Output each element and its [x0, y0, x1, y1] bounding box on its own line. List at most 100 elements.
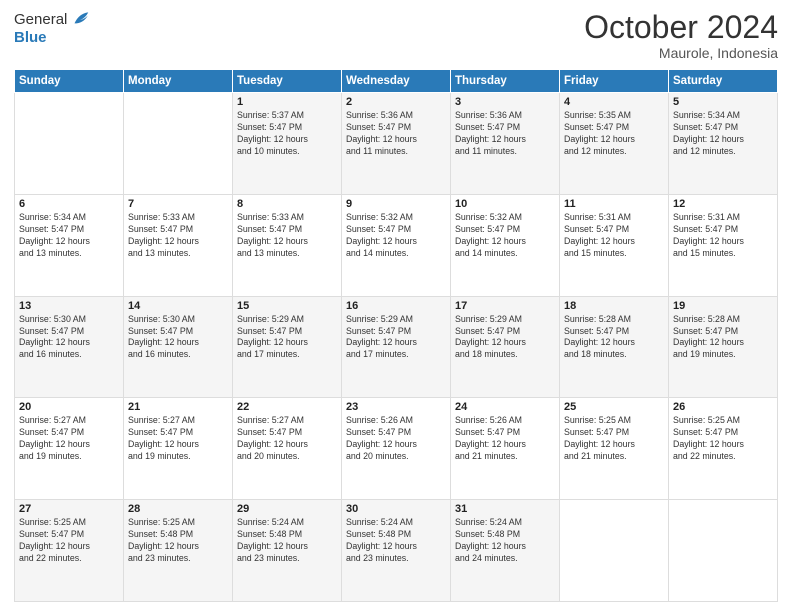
table-row: 30Sunrise: 5:24 AMSunset: 5:48 PMDayligh…	[342, 500, 451, 602]
cell-info: Sunrise: 5:25 AMSunset: 5:47 PMDaylight:…	[673, 415, 773, 463]
table-row: 31Sunrise: 5:24 AMSunset: 5:48 PMDayligh…	[451, 500, 560, 602]
table-row: 20Sunrise: 5:27 AMSunset: 5:47 PMDayligh…	[15, 398, 124, 500]
cell-sunset: Sunset: 5:47 PM	[346, 427, 446, 439]
cell-daylight: Daylight: 12 hoursand 17 minutes.	[237, 337, 337, 361]
logo-general: General	[14, 12, 67, 29]
cell-sunset: Sunset: 5:47 PM	[564, 122, 664, 134]
table-row: 27Sunrise: 5:25 AMSunset: 5:47 PMDayligh…	[15, 500, 124, 602]
cell-sunrise: Sunrise: 5:37 AM	[237, 110, 337, 122]
cell-info: Sunrise: 5:26 AMSunset: 5:47 PMDaylight:…	[346, 415, 446, 463]
cell-sunset: Sunset: 5:47 PM	[346, 326, 446, 338]
cell-sunrise: Sunrise: 5:31 AM	[564, 212, 664, 224]
cell-daylight: Daylight: 12 hoursand 16 minutes.	[128, 337, 228, 361]
logo: General Blue	[14, 10, 91, 47]
table-row: 2Sunrise: 5:36 AMSunset: 5:47 PMDaylight…	[342, 93, 451, 195]
cell-daylight: Daylight: 12 hoursand 13 minutes.	[19, 236, 119, 260]
cell-daylight: Daylight: 12 hoursand 21 minutes.	[455, 439, 555, 463]
cell-sunrise: Sunrise: 5:29 AM	[455, 314, 555, 326]
cell-sunset: Sunset: 5:47 PM	[237, 326, 337, 338]
cell-daylight: Daylight: 12 hoursand 20 minutes.	[346, 439, 446, 463]
table-row: 4Sunrise: 5:35 AMSunset: 5:47 PMDaylight…	[560, 93, 669, 195]
cell-sunrise: Sunrise: 5:31 AM	[673, 212, 773, 224]
title-block: October 2024 Maurole, Indonesia	[584, 10, 778, 61]
col-monday: Monday	[124, 70, 233, 93]
cell-daylight: Daylight: 12 hoursand 13 minutes.	[128, 236, 228, 260]
cell-info: Sunrise: 5:26 AMSunset: 5:47 PMDaylight:…	[455, 415, 555, 463]
cell-info: Sunrise: 5:24 AMSunset: 5:48 PMDaylight:…	[237, 517, 337, 565]
table-row: 13Sunrise: 5:30 AMSunset: 5:47 PMDayligh…	[15, 296, 124, 398]
col-saturday: Saturday	[669, 70, 778, 93]
cell-daylight: Daylight: 12 hoursand 12 minutes.	[673, 134, 773, 158]
cell-day-number: 1	[237, 96, 337, 108]
cell-day-number: 26	[673, 401, 773, 413]
cell-day-number: 5	[673, 96, 773, 108]
table-row: 3 Sunrise: 5:36 AMSunset: 5:47 PMDaylight…	[451, 93, 560, 195]
calendar-table: Sunday Monday Tuesday Wednesday Thursday…	[14, 69, 778, 602]
calendar-week-row: 13Sunrise: 5:30 AMSunset: 5:47 PMDayligh…	[15, 296, 778, 398]
cell-sunset: Sunset: 5:47 PM	[237, 224, 337, 236]
table-row: 1Sunrise: 5:37 AMSunset: 5:47 PMDaylight…	[233, 93, 342, 195]
cell-day-number: 30	[346, 503, 446, 515]
cell-daylight: Daylight: 12 hoursand 12 minutes.	[564, 134, 664, 158]
cell-day-number: 22	[237, 401, 337, 413]
cell-info: Sunrise: 5:25 AMSunset: 5:47 PMDaylight:…	[19, 517, 119, 565]
cell-sunset: Sunset: 5:47 PM	[19, 529, 119, 541]
cell-sunrise: Sunrise: 5:27 AM	[237, 415, 337, 427]
cell-sunrise: Sunrise: 5:36 AM	[346, 110, 446, 122]
table-row: 10Sunrise: 5:32 AMSunset: 5:47 PMDayligh…	[451, 194, 560, 296]
col-thursday: Thursday	[451, 70, 560, 93]
cell-sunrise: Sunrise: 5:36 AM	[455, 110, 555, 122]
cell-sunset: Sunset: 5:47 PM	[673, 427, 773, 439]
table-row: 24Sunrise: 5:26 AMSunset: 5:47 PMDayligh…	[451, 398, 560, 500]
cell-sunrise: Sunrise: 5:28 AM	[673, 314, 773, 326]
table-row: 8Sunrise: 5:33 AMSunset: 5:47 PMDaylight…	[233, 194, 342, 296]
table-row: 19Sunrise: 5:28 AMSunset: 5:47 PMDayligh…	[669, 296, 778, 398]
cell-day-number: 20	[19, 401, 119, 413]
cell-daylight: Daylight: 12 hoursand 13 minutes.	[237, 236, 337, 260]
cell-day-number: 16	[346, 300, 446, 312]
cell-sunset: Sunset: 5:47 PM	[455, 122, 555, 134]
cell-sunset: Sunset: 5:47 PM	[19, 224, 119, 236]
cell-sunset: Sunset: 5:47 PM	[455, 224, 555, 236]
cell-daylight: Daylight: 12 hoursand 10 minutes.	[237, 134, 337, 158]
cell-sunrise: Sunrise: 5:24 AM	[237, 517, 337, 529]
cell-sunset: Sunset: 5:48 PM	[237, 529, 337, 541]
cell-daylight: Daylight: 12 hoursand 23 minutes.	[346, 541, 446, 565]
cell-daylight: Daylight: 12 hoursand 11 minutes.	[455, 134, 555, 158]
cell-sunset: Sunset: 5:47 PM	[346, 122, 446, 134]
cell-day-number: 2	[346, 96, 446, 108]
cell-sunset: Sunset: 5:47 PM	[346, 224, 446, 236]
cell-sunset: Sunset: 5:47 PM	[455, 427, 555, 439]
cell-daylight: Daylight: 12 hoursand 17 minutes.	[346, 337, 446, 361]
cell-day-number: 11	[564, 198, 664, 210]
table-row: 18Sunrise: 5:28 AMSunset: 5:47 PMDayligh…	[560, 296, 669, 398]
cell-info: Sunrise: 5:34 AMSunset: 5:47 PMDaylight:…	[673, 110, 773, 158]
cell-info: Sunrise: 5:30 AMSunset: 5:47 PMDaylight:…	[19, 314, 119, 362]
cell-day-number: 3	[455, 96, 555, 108]
cell-day-number: 23	[346, 401, 446, 413]
table-row: 17Sunrise: 5:29 AMSunset: 5:47 PMDayligh…	[451, 296, 560, 398]
cell-sunrise: Sunrise: 5:34 AM	[673, 110, 773, 122]
col-sunday: Sunday	[15, 70, 124, 93]
cell-info: Sunrise: 5:27 AMSunset: 5:47 PMDaylight:…	[237, 415, 337, 463]
cell-day-number: 25	[564, 401, 664, 413]
cell-daylight: Daylight: 12 hoursand 22 minutes.	[19, 541, 119, 565]
cell-sunset: Sunset: 5:47 PM	[19, 427, 119, 439]
table-row: 11Sunrise: 5:31 AMSunset: 5:47 PMDayligh…	[560, 194, 669, 296]
page: General Blue October 2024 Maurole, Indon…	[0, 0, 792, 612]
cell-day-number: 14	[128, 300, 228, 312]
cell-sunset: Sunset: 5:47 PM	[19, 326, 119, 338]
table-row: 14Sunrise: 5:30 AMSunset: 5:47 PMDayligh…	[124, 296, 233, 398]
table-row: 6Sunrise: 5:34 AMSunset: 5:47 PMDaylight…	[15, 194, 124, 296]
cell-sunrise: Sunrise: 5:25 AM	[19, 517, 119, 529]
cell-day-number: 9	[346, 198, 446, 210]
logo-bird-icon	[69, 8, 91, 30]
table-row: 25Sunrise: 5:25 AMSunset: 5:47 PMDayligh…	[560, 398, 669, 500]
cell-sunset: Sunset: 5:47 PM	[128, 224, 228, 236]
cell-day-number: 28	[128, 503, 228, 515]
cell-info: Sunrise: 5:27 AMSunset: 5:47 PMDaylight:…	[128, 415, 228, 463]
cell-sunrise: Sunrise: 5:33 AM	[237, 212, 337, 224]
col-wednesday: Wednesday	[342, 70, 451, 93]
cell-sunrise: Sunrise: 5:24 AM	[346, 517, 446, 529]
cell-info: Sunrise: 5:29 AMSunset: 5:47 PMDaylight:…	[237, 314, 337, 362]
